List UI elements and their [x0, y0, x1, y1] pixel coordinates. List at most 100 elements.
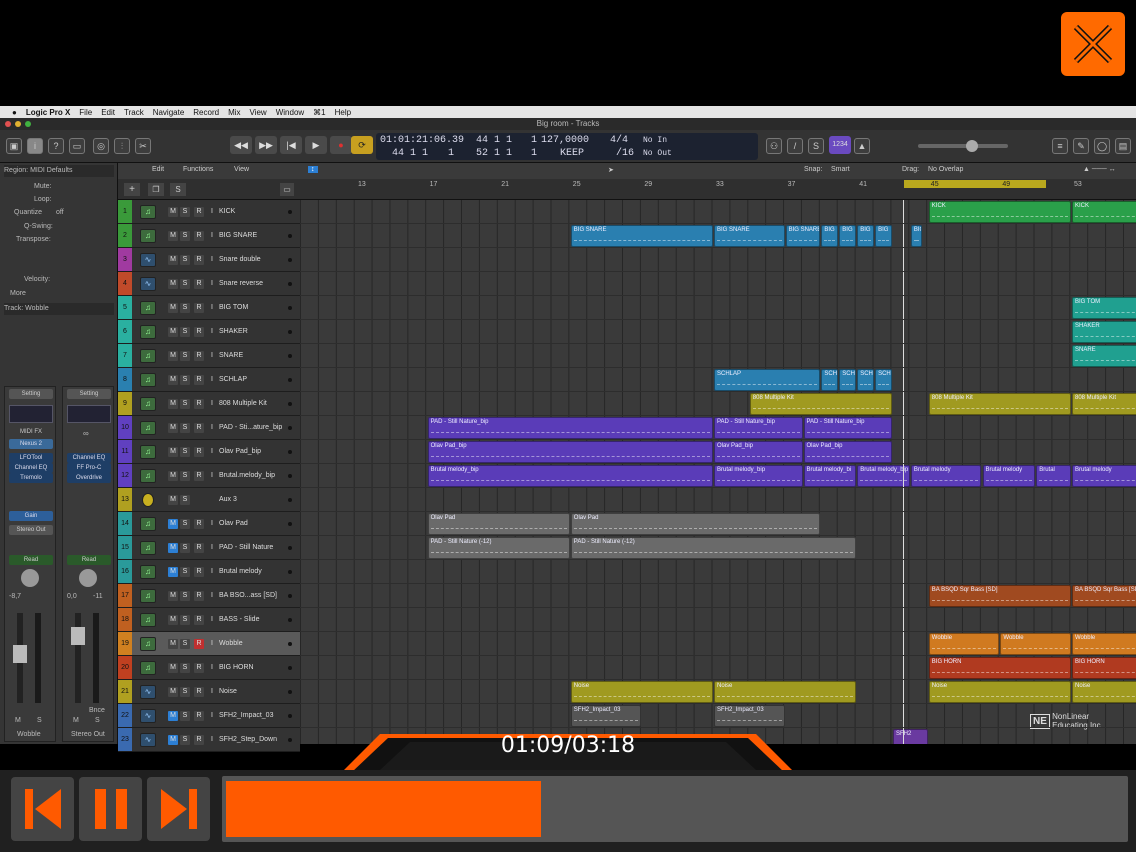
track-name[interactable]: BIG SNARE [219, 224, 257, 247]
track-name[interactable]: Snare double [219, 248, 261, 271]
solo-button[interactable]: S [180, 495, 190, 505]
record-enable-button[interactable]: R [194, 207, 204, 217]
track-folder-icon[interactable]: ❐ [148, 183, 164, 196]
library-button[interactable]: ▣ [6, 138, 22, 154]
menu-file[interactable]: File [79, 108, 92, 117]
loops-button[interactable]: ◯ [1094, 138, 1110, 154]
close-window-button[interactable] [5, 121, 11, 127]
track-header[interactable]: 4 ∿ M S R I Snare reverse [118, 272, 300, 296]
track-lane[interactable] [300, 320, 1136, 344]
record-enable-button[interactable]: R [194, 279, 204, 289]
track-header[interactable]: 14 ♫ M S R I Olav Pad [118, 512, 300, 536]
input-monitor-button[interactable]: I [207, 567, 217, 577]
menu-track[interactable]: Track [124, 108, 144, 117]
record-enable-button[interactable]: R [194, 303, 204, 313]
menu-app[interactable]: Logic Pro X [26, 108, 70, 117]
record-enable-button[interactable]: R [194, 351, 204, 361]
menu-help[interactable]: Help [335, 108, 351, 117]
mute-button[interactable]: M [168, 231, 178, 241]
track-lane[interactable] [300, 392, 1136, 416]
mute-button[interactable]: M [168, 471, 178, 481]
record-enable-button[interactable]: R [194, 711, 204, 721]
input-monitor-button[interactable]: I [207, 447, 217, 457]
gain-slot[interactable]: Gain [9, 511, 53, 521]
menu-window[interactable]: Window [276, 108, 304, 117]
track-name[interactable]: 808 Multiple Kit [219, 392, 267, 415]
input-monitor-button[interactable]: I [207, 687, 217, 697]
input-monitor-button[interactable]: I [207, 207, 217, 217]
track-lane[interactable] [300, 584, 1136, 608]
volume-knob[interactable] [966, 140, 978, 152]
apple-icon[interactable]: ● [12, 108, 17, 117]
input-monitor-button[interactable]: I [207, 255, 217, 265]
mute-button[interactable]: M [168, 615, 178, 625]
rewind-button[interactable]: ◀◀ [230, 136, 252, 154]
input-monitor-button[interactable]: I [207, 543, 217, 553]
menu-mix[interactable]: Mix [228, 108, 240, 117]
automation-read[interactable]: Read [67, 555, 111, 565]
solo-button[interactable]: S [180, 255, 190, 265]
solo-button[interactable]: S [180, 567, 190, 577]
menu-cmd1[interactable]: ⌘1 [313, 108, 325, 117]
track-lane[interactable] [300, 464, 1136, 488]
timeline-ruler[interactable]: 13 17 21 25 29 33 37 41 45 49 53 [300, 179, 1136, 200]
track-lane[interactable] [300, 536, 1136, 560]
track-name[interactable]: Noise [219, 680, 237, 703]
plugin-slot-2[interactable]: Channel EQ [9, 463, 53, 473]
record-enable-button[interactable]: R [194, 615, 204, 625]
pan-knob[interactable] [21, 569, 39, 587]
track-header[interactable]: 18 ♫ M S R I BASS - Slide [118, 608, 300, 632]
track-header[interactable]: 17 ♫ M S R I BA BSO...ass [SD] [118, 584, 300, 608]
setting-button[interactable]: Setting [67, 389, 111, 399]
solo-button[interactable]: S [180, 351, 190, 361]
mute-button[interactable]: M [168, 303, 178, 313]
mute-button[interactable]: M [168, 207, 178, 217]
input-monitor-button[interactable]: I [207, 375, 217, 385]
count-in-button[interactable]: 1234 [829, 136, 851, 154]
track-lane[interactable] [300, 608, 1136, 632]
record-button[interactable]: ● [330, 136, 352, 154]
zoom-button[interactable] [25, 121, 31, 127]
record-enable-button[interactable]: R [194, 663, 204, 673]
track-name[interactable]: SFH2_Impact_03 [219, 704, 273, 727]
solo-button[interactable]: S [180, 471, 190, 481]
solo-button[interactable]: S [37, 717, 42, 724]
track-header[interactable]: 9 ♫ M S R I 808 Multiple Kit [118, 392, 300, 416]
progress-bar[interactable] [222, 776, 1128, 842]
input-monitor-button[interactable]: I [207, 591, 217, 601]
track-lane[interactable] [300, 512, 1136, 536]
functions-menu[interactable]: Functions [183, 166, 213, 173]
volume-fader[interactable] [13, 645, 27, 663]
plugin-slot-3[interactable]: Overdrive [67, 473, 111, 483]
track-header[interactable]: 12 ♫ M S R I Brutal.melody_bip [118, 464, 300, 488]
view-menu[interactable]: View [234, 166, 249, 173]
solo-button[interactable]: S [180, 231, 190, 241]
next-button[interactable] [147, 777, 210, 841]
track-lane[interactable] [300, 416, 1136, 440]
global-tracks-icon[interactable]: ▭ [280, 183, 294, 196]
track-lane[interactable] [300, 344, 1136, 368]
solo-button[interactable]: S [180, 687, 190, 697]
track-name[interactable]: Olav Pad_bip [219, 440, 261, 463]
mute-button[interactable]: M [73, 717, 79, 724]
track-name[interactable]: BASS - Slide [219, 608, 259, 631]
track-name[interactable]: SHAKER [219, 320, 248, 343]
menu-edit[interactable]: Edit [101, 108, 115, 117]
mute-button[interactable]: M [15, 717, 21, 724]
list-editors-button[interactable]: ≡ [1052, 138, 1068, 154]
close-button[interactable] [1061, 12, 1125, 76]
metronome-icon[interactable]: ▲ [854, 138, 870, 154]
input-monitor-button[interactable]: I [207, 327, 217, 337]
record-enable-button[interactable]: R [194, 327, 204, 337]
record-enable-button[interactable]: R [194, 375, 204, 385]
track-header[interactable]: 3 ∿ M S R I Snare double [118, 248, 300, 272]
mute-button[interactable]: M [168, 519, 178, 529]
eq-display[interactable] [9, 405, 53, 423]
input-monitor-button[interactable]: I [207, 351, 217, 361]
menu-navigate[interactable]: Navigate [153, 108, 185, 117]
plugin-slot-1[interactable]: Channel EQ [67, 453, 111, 463]
solo-button[interactable]: S [180, 327, 190, 337]
cycle-region[interactable] [904, 180, 1046, 188]
record-enable-button[interactable]: R [194, 447, 204, 457]
solo-button[interactable]: S [180, 711, 190, 721]
